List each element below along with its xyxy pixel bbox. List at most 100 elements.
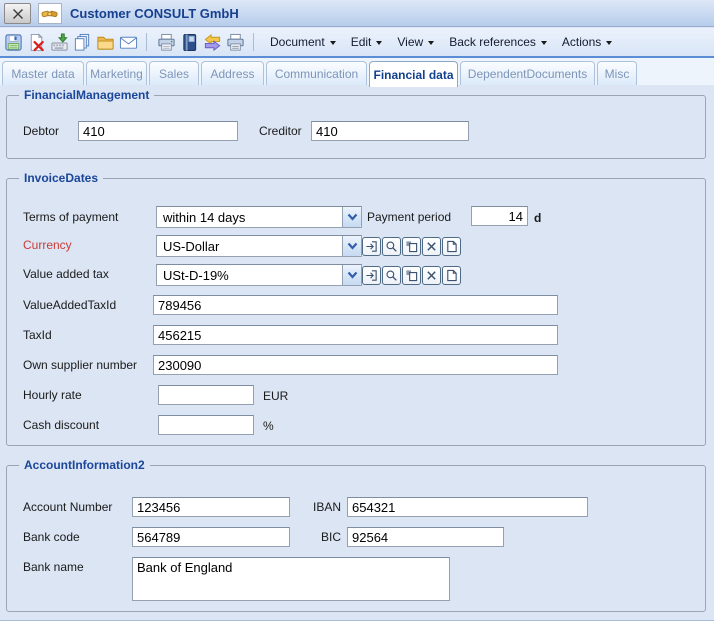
currency-label: Currency: [23, 238, 72, 252]
tab-misc[interactable]: Misc: [597, 61, 637, 85]
combo-dropdown-button[interactable]: [342, 265, 361, 285]
print-button[interactable]: [156, 32, 176, 52]
title-bar: Customer CONSULT GmbH: [0, 0, 714, 27]
bic-input[interactable]: [347, 527, 504, 547]
chevron-down-icon: [330, 41, 336, 45]
delete-document-button[interactable]: [26, 32, 46, 52]
account-number-label: Account Number: [23, 500, 112, 514]
hourly-rate-input[interactable]: [158, 385, 254, 405]
paste-icon: [405, 240, 418, 253]
terms-of-payment-label: Terms of payment: [23, 210, 118, 224]
payment-period-unit: d: [534, 211, 541, 225]
paste-button[interactable]: [402, 266, 421, 285]
tax-id-label: TaxId: [23, 328, 52, 342]
bank-code-input[interactable]: [132, 527, 290, 547]
search-icon: [385, 240, 398, 253]
terms-of-payment-combobox[interactable]: within 14 days: [156, 206, 362, 228]
bank-name-textarea[interactable]: [132, 557, 450, 601]
close-button[interactable]: [4, 3, 31, 24]
document-type-icon-box: [38, 3, 62, 24]
cash-discount-unit: %: [263, 419, 274, 433]
close-icon: [11, 7, 25, 21]
value-added-tax-lookup-buttons: [362, 266, 461, 285]
menu-edit[interactable]: Edit: [351, 35, 383, 49]
chevron-down-icon: [428, 41, 434, 45]
debtor-input[interactable]: [78, 121, 238, 141]
section-invoice-dates: InvoiceDates Terms of payment within 14 …: [6, 178, 706, 446]
currency-combobox[interactable]: US-Dollar: [156, 235, 362, 257]
section-account-information-legend: AccountInformation2: [19, 458, 150, 472]
delete-document-icon: [27, 33, 46, 52]
toolbar-separator: [253, 33, 254, 51]
journal-icon: [180, 33, 199, 52]
goto-reference-button[interactable]: [362, 237, 381, 256]
application-window: Customer CONSULT GmbH: [0, 0, 714, 621]
value-added-tax-id-input[interactable]: [153, 295, 558, 315]
chevron-down-icon: [541, 41, 547, 45]
payment-period-label: Payment period: [367, 210, 451, 224]
creditor-input[interactable]: [311, 121, 469, 141]
tab-master-data[interactable]: Master data: [2, 61, 84, 85]
menu-view[interactable]: View: [397, 35, 434, 49]
mail-icon: [119, 33, 138, 52]
bic-label: BIC: [281, 530, 341, 544]
iban-label: IBAN: [281, 500, 341, 514]
bank-code-label: Bank code: [23, 530, 80, 544]
payment-period-input[interactable]: [471, 206, 528, 226]
tab-marketing[interactable]: Marketing: [86, 61, 147, 85]
keyboard-input-button[interactable]: [49, 32, 69, 52]
menu-document[interactable]: Document: [270, 35, 336, 49]
toolbar-separator: [146, 33, 147, 51]
tab-financial-data[interactable]: Financial data: [369, 61, 458, 87]
new-document-button[interactable]: [442, 266, 461, 285]
clear-button[interactable]: [422, 237, 441, 256]
chevron-down-icon: [376, 41, 382, 45]
tab-dependent-documents[interactable]: DependentDocuments: [460, 61, 595, 85]
currency-value: US-Dollar: [163, 239, 219, 254]
tab-address[interactable]: Address: [201, 61, 264, 85]
chevron-down-icon: [347, 242, 358, 250]
copy-button[interactable]: [72, 32, 92, 52]
handshake-icon: [41, 6, 59, 21]
hourly-rate-unit: EUR: [263, 389, 288, 403]
menu-bar: Document Edit View Back references Actio…: [270, 35, 612, 49]
menu-actions[interactable]: Actions: [562, 35, 612, 49]
section-financial-management-legend: FinancialManagement: [19, 88, 154, 102]
account-number-input[interactable]: [132, 497, 290, 517]
print-icon: [157, 33, 176, 52]
journal-button[interactable]: [179, 32, 199, 52]
toolbar: Document Edit View Back references Actio…: [0, 28, 714, 56]
goto-reference-button[interactable]: [362, 266, 381, 285]
mail-button[interactable]: [118, 32, 138, 52]
hourly-rate-label: Hourly rate: [23, 388, 82, 402]
tax-id-input[interactable]: [153, 325, 558, 345]
search-icon: [385, 269, 398, 282]
clear-button[interactable]: [422, 266, 441, 285]
tab-communication[interactable]: Communication: [266, 61, 367, 85]
own-supplier-number-input[interactable]: [153, 355, 558, 375]
search-button[interactable]: [382, 266, 401, 285]
menu-view-label: View: [397, 35, 423, 49]
cash-discount-input[interactable]: [158, 415, 254, 435]
open-folder-icon: [96, 33, 115, 52]
open-folder-button[interactable]: [95, 32, 115, 52]
save-button[interactable]: [3, 32, 23, 52]
transfer-arrows-button[interactable]: [202, 32, 222, 52]
section-financial-management: FinancialManagement Debtor Creditor: [6, 95, 706, 159]
transfer-arrows-icon: [203, 33, 222, 52]
combo-dropdown-button[interactable]: [342, 207, 361, 227]
menu-document-label: Document: [270, 35, 325, 49]
new-document-button[interactable]: [442, 237, 461, 256]
keyboard-input-icon: [50, 33, 69, 52]
combo-dropdown-button[interactable]: [342, 236, 361, 256]
value-added-tax-combobox[interactable]: USt-D-19%: [156, 264, 362, 286]
paste-button[interactable]: [402, 237, 421, 256]
save-icon: [4, 33, 23, 52]
new-document-icon: [445, 240, 458, 253]
tab-sales[interactable]: Sales: [149, 61, 199, 85]
section-invoice-dates-legend: InvoiceDates: [19, 171, 103, 185]
search-button[interactable]: [382, 237, 401, 256]
print-list-button[interactable]: [225, 32, 245, 52]
iban-input[interactable]: [347, 497, 588, 517]
menu-back-references[interactable]: Back references: [449, 35, 547, 49]
